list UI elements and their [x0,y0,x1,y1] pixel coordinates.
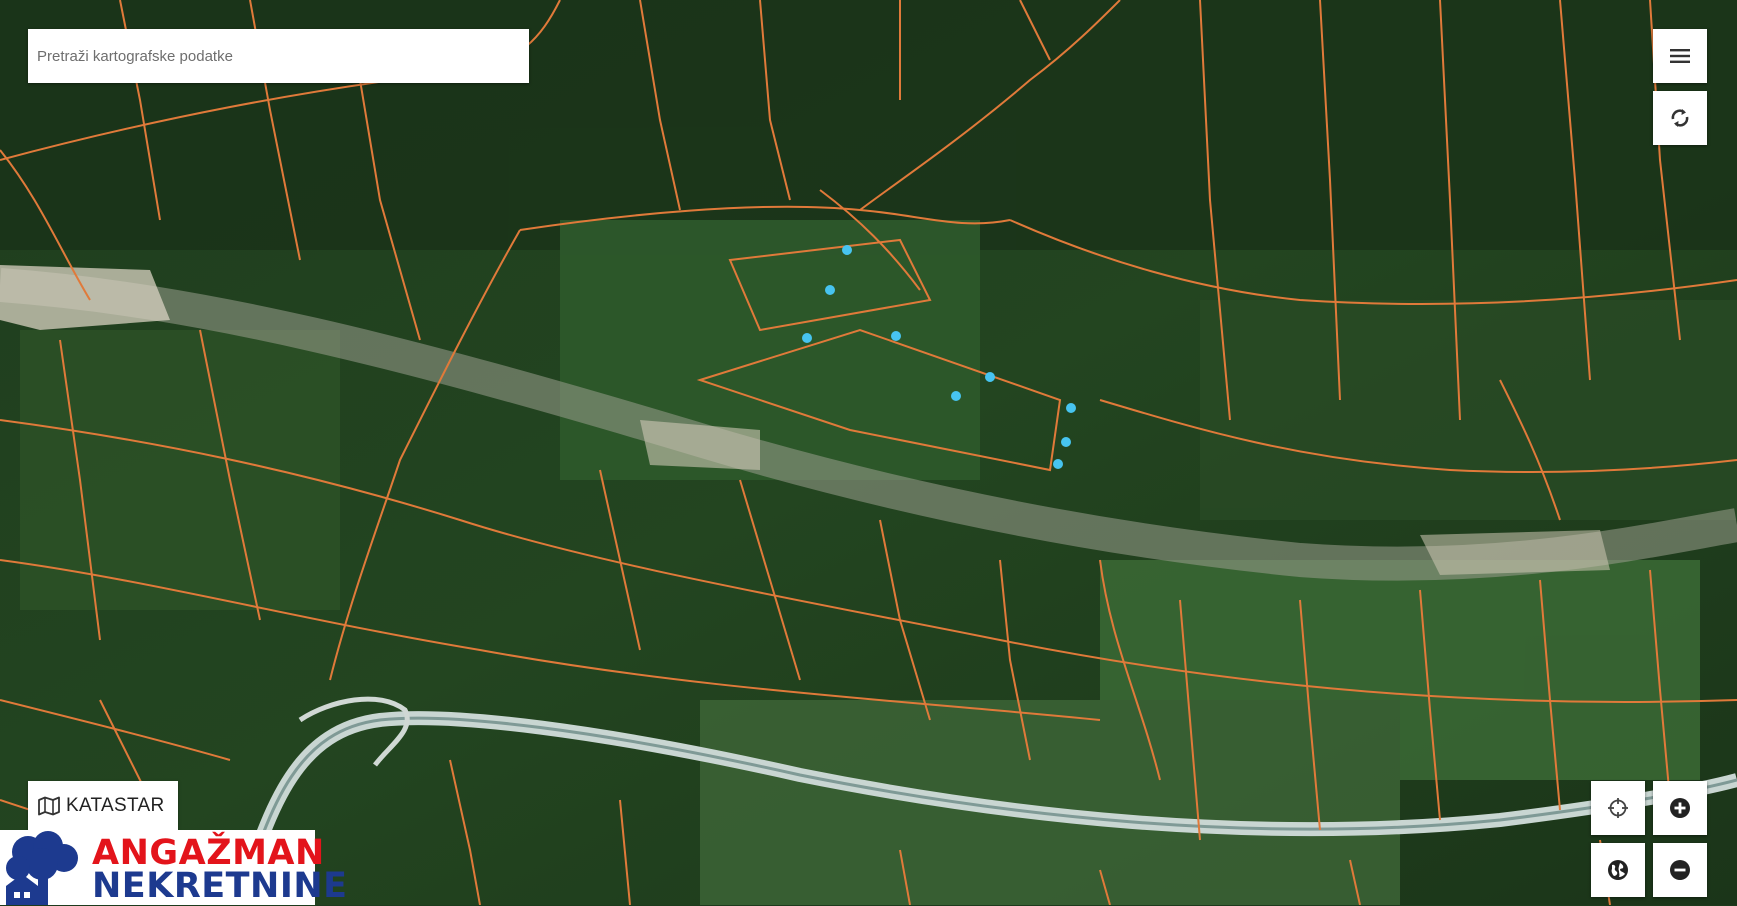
logo-line-2: NEKRETNINE [92,866,348,906]
parcel-marker[interactable] [1066,403,1076,413]
locate-button[interactable] [1591,781,1645,835]
search-box[interactable] [28,29,529,83]
parcel-marker[interactable] [825,285,835,295]
basemap-button[interactable] [1591,843,1645,897]
search-input[interactable] [28,29,529,83]
cleared-area-west [0,265,170,330]
house-tree-logo-icon [6,831,78,905]
parcel-marker[interactable] [891,331,901,341]
refresh-button[interactable] [1653,91,1707,145]
zoom-out-button[interactable] [1653,843,1707,897]
map-canvas[interactable] [0,0,1737,905]
parcel-marker[interactable] [1061,437,1071,447]
parcel-marker[interactable] [802,333,812,343]
minus-circle-icon [1670,860,1690,880]
cleared-area-east [1420,530,1610,575]
cadastre-layer-button[interactable]: KATASTAR [28,781,179,831]
map-icon [38,796,60,816]
refresh-icon [1671,109,1689,127]
menu-icon [1670,49,1690,63]
company-logo: ANGAŽMAN NEKRETNINE [0,830,347,905]
parcel-marker[interactable] [951,391,961,401]
menu-button[interactable] [1653,29,1707,83]
cadastre-layer-label: KATASTAR [66,795,165,816]
parcel-marker[interactable] [1053,459,1063,469]
zoom-in-button[interactable] [1653,781,1707,835]
parcel-marker[interactable] [985,372,995,382]
parcel-marker[interactable] [842,245,852,255]
globe-icon [1608,860,1628,880]
crosshair-icon [1608,798,1628,818]
plus-circle-icon [1670,798,1690,818]
